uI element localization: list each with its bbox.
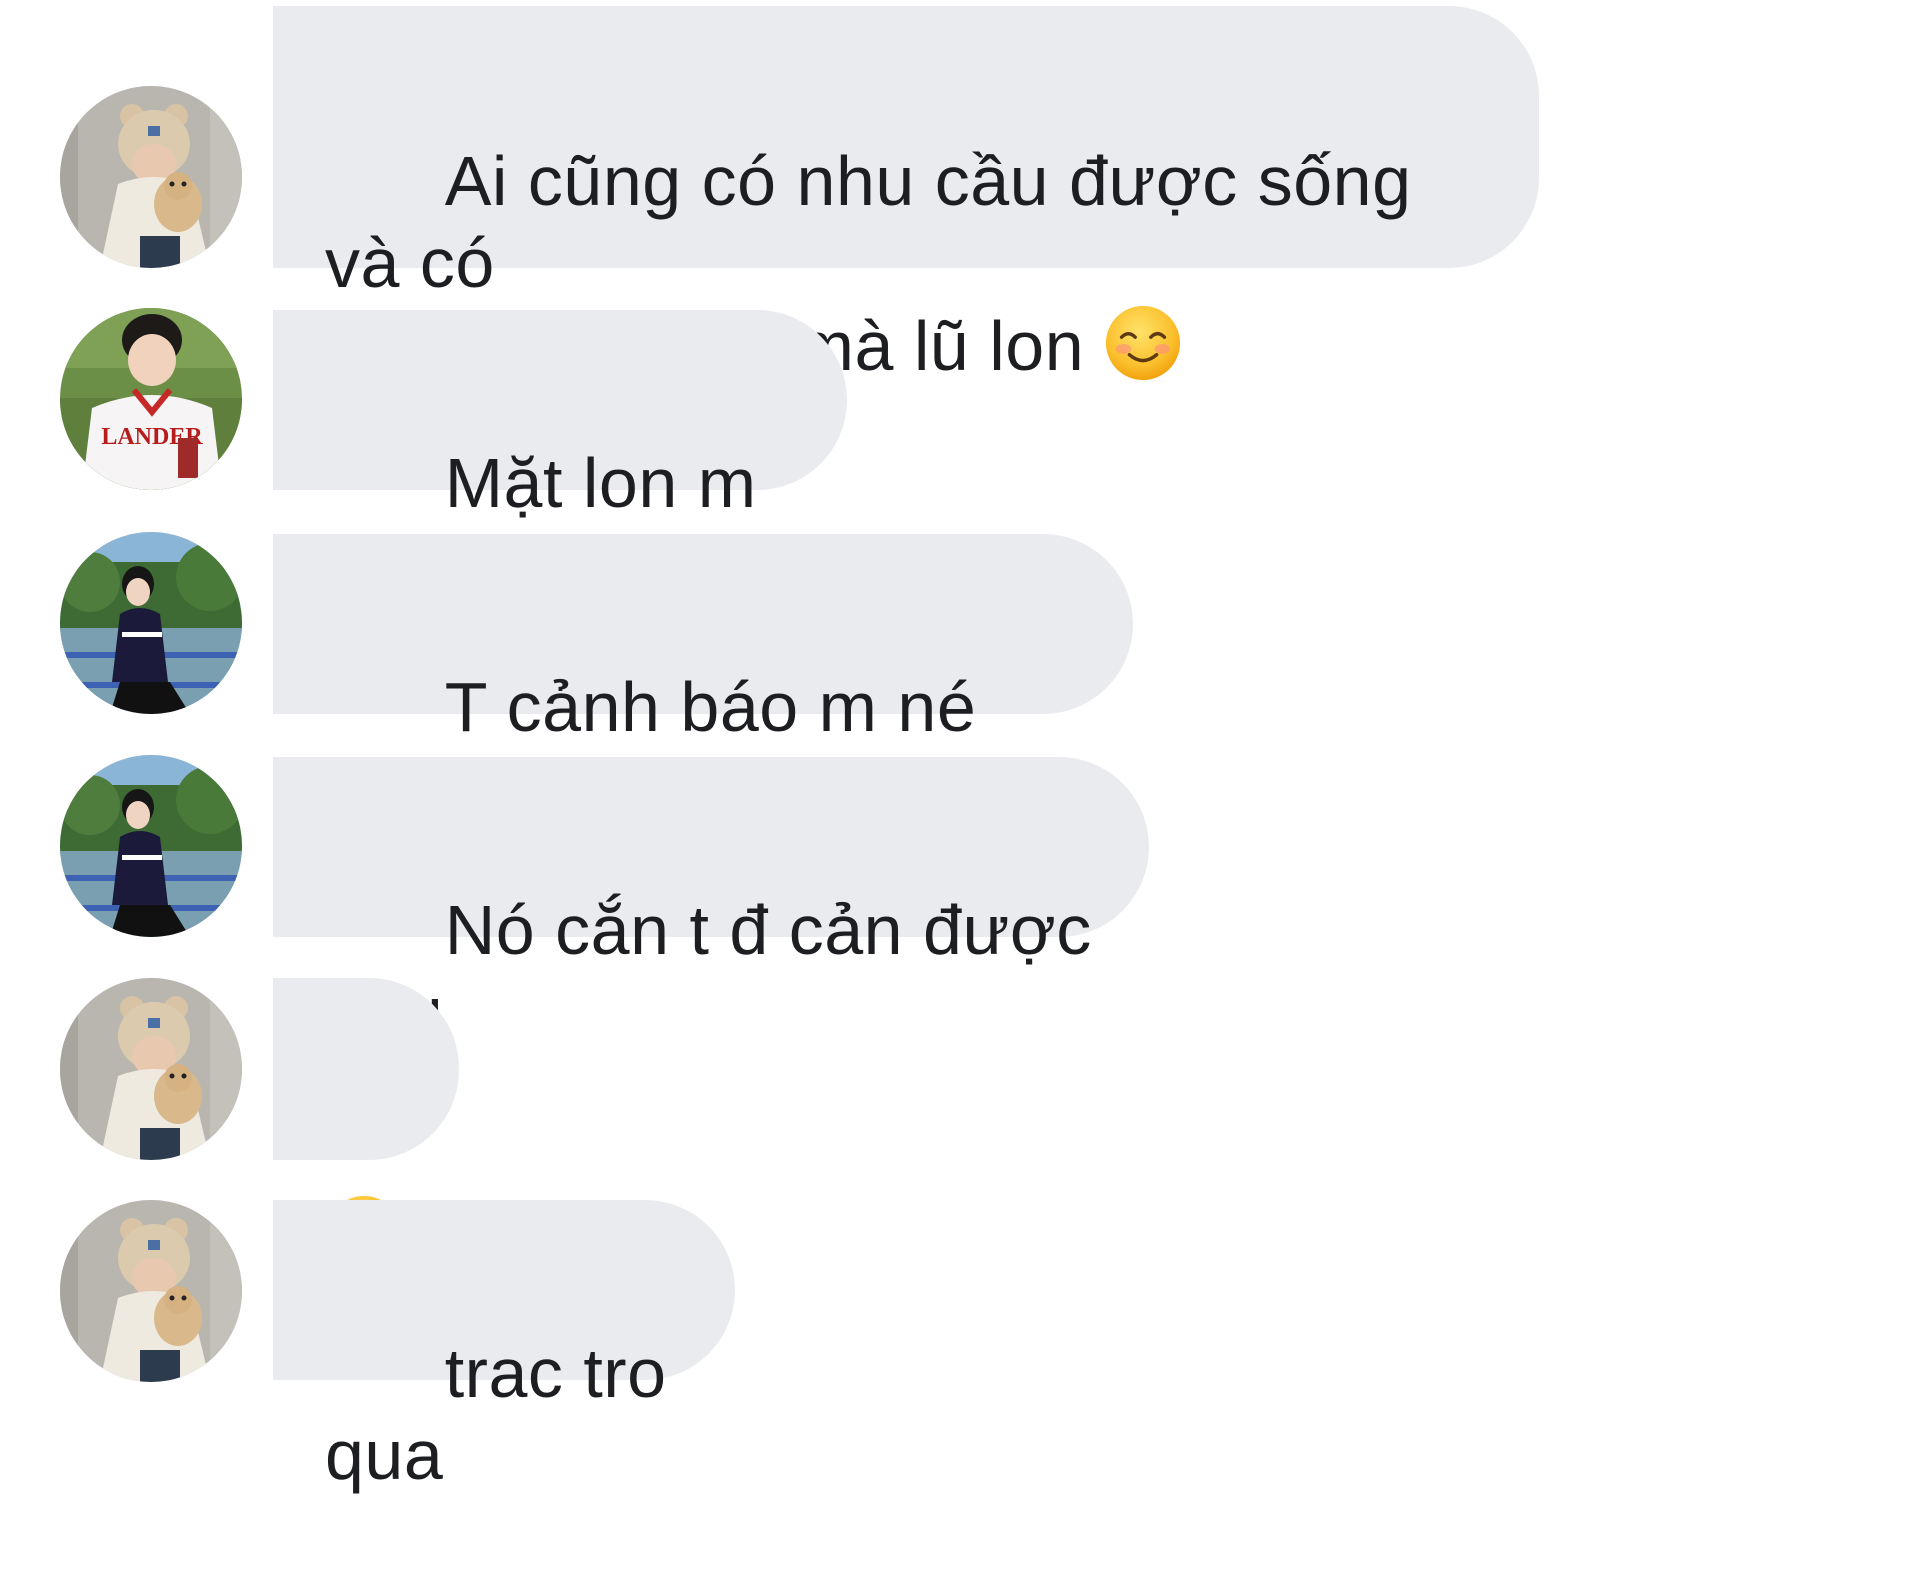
message-bubble[interactable]: trac tro qua [273, 1200, 735, 1494]
message-bubble[interactable] [273, 978, 459, 1160]
avatar-image [60, 755, 242, 937]
message-row: T cảnh báo m né em t ra [0, 532, 1920, 828]
message-bubble[interactable]: Ai cũng có nhu cầu được sống và có 1 tìn… [273, 6, 1539, 385]
message-row: Mặt lon m thì đ [0, 308, 1920, 604]
message-row: Nó cắn t đ cản được đâu [0, 755, 1920, 1051]
message-bubble[interactable]: Nó cắn t đ cản được đâu [273, 757, 1149, 1051]
outdoor-court-avatar[interactable] [60, 755, 242, 937]
message-row: Ai cũng có nhu cầu được sống và có 1 tìn… [0, 0, 1920, 385]
baseball-jersey-avatar[interactable] [60, 308, 242, 490]
avatar-image [60, 86, 242, 268]
avatar-image [60, 532, 242, 714]
avatar-image [60, 978, 242, 1160]
outdoor-court-avatar[interactable] [60, 532, 242, 714]
bear-hat-avatar[interactable] [60, 86, 242, 268]
message-list: Ai cũng có nhu cầu được sống và có 1 tìn… [0, 0, 1920, 1494]
message-row [0, 978, 1920, 1160]
bear-hat-avatar[interactable] [60, 978, 242, 1160]
avatar-image [60, 1200, 242, 1382]
message-row: trac tro qua [0, 1200, 1920, 1494]
message-bubble[interactable]: T cảnh báo m né em t ra [273, 534, 1133, 828]
bear-hat-avatar[interactable] [60, 1200, 242, 1382]
message-text: trac tro qua [325, 1334, 687, 1494]
avatar-image [60, 308, 242, 490]
message-bubble[interactable]: Mặt lon m thì đ [273, 310, 847, 604]
